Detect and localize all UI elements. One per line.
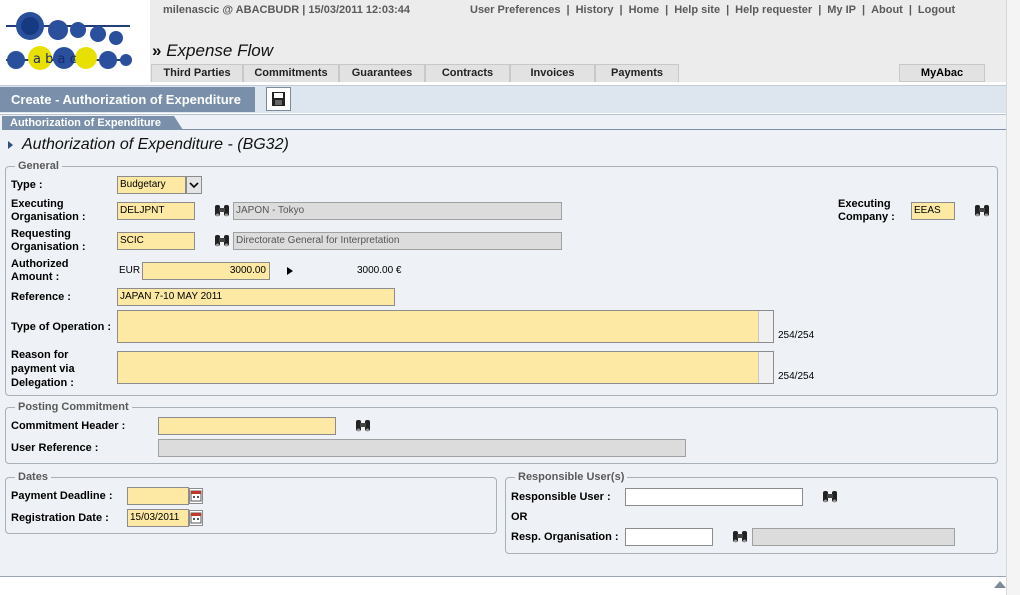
top-navigation: User Preferences | History | Home | Help site |… <box>470 4 956 16</box>
app-title-text: Expense Flow <box>166 41 273 60</box>
requesting-organisation-name: Directorate General for Interpretation <box>233 232 562 250</box>
nav-logout[interactable]: Logout <box>918 4 955 16</box>
nav-user-preferences[interactable]: User Preferences <box>470 4 561 16</box>
type-select-button[interactable] <box>186 176 202 194</box>
user-reference-input <box>158 439 686 457</box>
breadcrumb-tab-edge <box>174 116 183 130</box>
tab-invoices[interactable]: Invoices <box>510 64 595 82</box>
calendar-icon <box>190 490 202 502</box>
nav-home[interactable]: Home <box>629 4 660 16</box>
reason-for-payment-label: Reason for payment via Delegation : <box>11 349 75 389</box>
authorized-amount-label: Authorized Amount : <box>11 258 69 283</box>
executing-company-input[interactable]: EEAS <box>911 202 955 220</box>
chevron-down-icon <box>189 182 199 189</box>
window-scrollbar[interactable] <box>1006 0 1020 595</box>
payment-deadline-calendar-button[interactable] <box>189 488 203 504</box>
commitment-header-input[interactable] <box>158 417 336 435</box>
converted-amount: 3000.00 € <box>357 265 402 276</box>
tab-third-parties[interactable]: Third Parties <box>151 64 243 82</box>
collapse-arrow-icon[interactable] <box>8 141 13 149</box>
responsible-user-input[interactable] <box>625 488 803 506</box>
general-legend: General <box>15 160 62 172</box>
payment-deadline-label: Payment Deadline : <box>11 490 113 502</box>
binoculars-icon[interactable] <box>973 203 991 219</box>
requesting-organisation-label: Requesting Organisation : <box>11 228 86 253</box>
posting-commitment-legend: Posting Commitment <box>15 401 132 413</box>
play-arrow-icon <box>287 267 293 275</box>
tab-payments[interactable]: Payments <box>595 64 679 82</box>
type-of-operation-counter: 254/254 <box>778 330 815 341</box>
abac-logo: a b a c <box>6 12 132 70</box>
reference-label: Reference : <box>11 291 71 303</box>
binoculars-icon[interactable] <box>354 418 372 434</box>
commitment-header-label: Commitment Header : <box>11 420 126 432</box>
authorized-amount-input[interactable]: 3000.00 <box>142 262 270 280</box>
type-of-operation-textarea[interactable] <box>117 310 774 343</box>
app-title: » Expense Flow <box>152 41 273 61</box>
nav-about[interactable]: About <box>871 4 903 16</box>
binoculars-icon[interactable] <box>213 233 231 249</box>
nav-help-requester[interactable]: Help requester <box>735 4 812 16</box>
screen-title: Create - Authorization of Expenditure <box>0 87 255 112</box>
binoculars-icon[interactable] <box>821 489 839 505</box>
tab-guarantees[interactable]: Guarantees <box>339 64 425 82</box>
registration-date-label: Registration Date : <box>11 512 109 524</box>
binoculars-icon[interactable] <box>213 203 231 219</box>
or-separator: OR <box>511 511 528 523</box>
responsible-organisation-name <box>752 528 955 546</box>
responsible-organisation-label: Resp. Organisation : <box>511 531 619 543</box>
responsible-user-label: Responsible User : <box>511 491 611 503</box>
binoculars-icon[interactable] <box>731 529 749 545</box>
save-button[interactable] <box>266 87 291 111</box>
payment-deadline-input[interactable] <box>127 487 189 505</box>
logo-text: a b a c <box>33 52 77 67</box>
responsible-organisation-input[interactable] <box>625 528 713 546</box>
responsible-users-legend: Responsible User(s) <box>515 471 628 483</box>
tab-commitments[interactable]: Commitments <box>243 64 339 82</box>
reference-input[interactable]: JAPAN 7-10 MAY 2011 <box>117 288 395 306</box>
executing-company-label: Executing Company : <box>838 198 895 223</box>
app-title-prefix: » <box>152 41 162 60</box>
dates-legend: Dates <box>15 471 51 483</box>
type-of-operation-label: Type of Operation : <box>11 321 112 333</box>
reason-for-payment-textarea[interactable] <box>117 351 774 384</box>
executing-organisation-input[interactable]: DELJPNT <box>117 202 195 220</box>
currency-code: EUR <box>119 265 141 276</box>
tab-contracts[interactable]: Contracts <box>425 64 510 82</box>
nav-history[interactable]: History <box>576 4 614 16</box>
breadcrumb: Authorization of Expenditure <box>2 116 174 130</box>
nav-my-ip[interactable]: My IP <box>827 4 856 16</box>
breadcrumb-underline <box>182 129 1006 130</box>
type-select[interactable]: Budgetary <box>117 176 186 194</box>
page-title: Authorization of Expenditure - (BG32) <box>22 136 289 153</box>
tab-myabac[interactable]: MyAbac <box>899 64 985 82</box>
footer-divider <box>0 576 1006 577</box>
calendar-icon <box>190 512 202 524</box>
registration-date-input[interactable]: 15/03/2011 <box>127 509 189 527</box>
dates-section <box>5 477 497 534</box>
reason-for-payment-counter: 254/254 <box>778 371 815 382</box>
reason-for-payment-scrollbar[interactable] <box>758 352 773 383</box>
type-label: Type : <box>11 179 43 191</box>
requesting-organisation-input[interactable]: SCIC <box>117 232 195 250</box>
type-of-operation-scrollbar[interactable] <box>758 311 773 342</box>
user-session-info: milenascic @ ABACBUDR | 15/03/2011 12:03… <box>163 4 410 16</box>
nav-help-site[interactable]: Help site <box>674 4 720 16</box>
executing-organisation-label: Executing Organisation : <box>11 198 86 223</box>
executing-organisation-name: JAPON - Tokyo <box>233 202 562 220</box>
floppy-disk-icon <box>272 92 285 106</box>
user-reference-label: User Reference : <box>11 442 99 454</box>
registration-date-calendar-button[interactable] <box>189 510 203 526</box>
scroll-to-top-icon[interactable] <box>994 581 1006 588</box>
